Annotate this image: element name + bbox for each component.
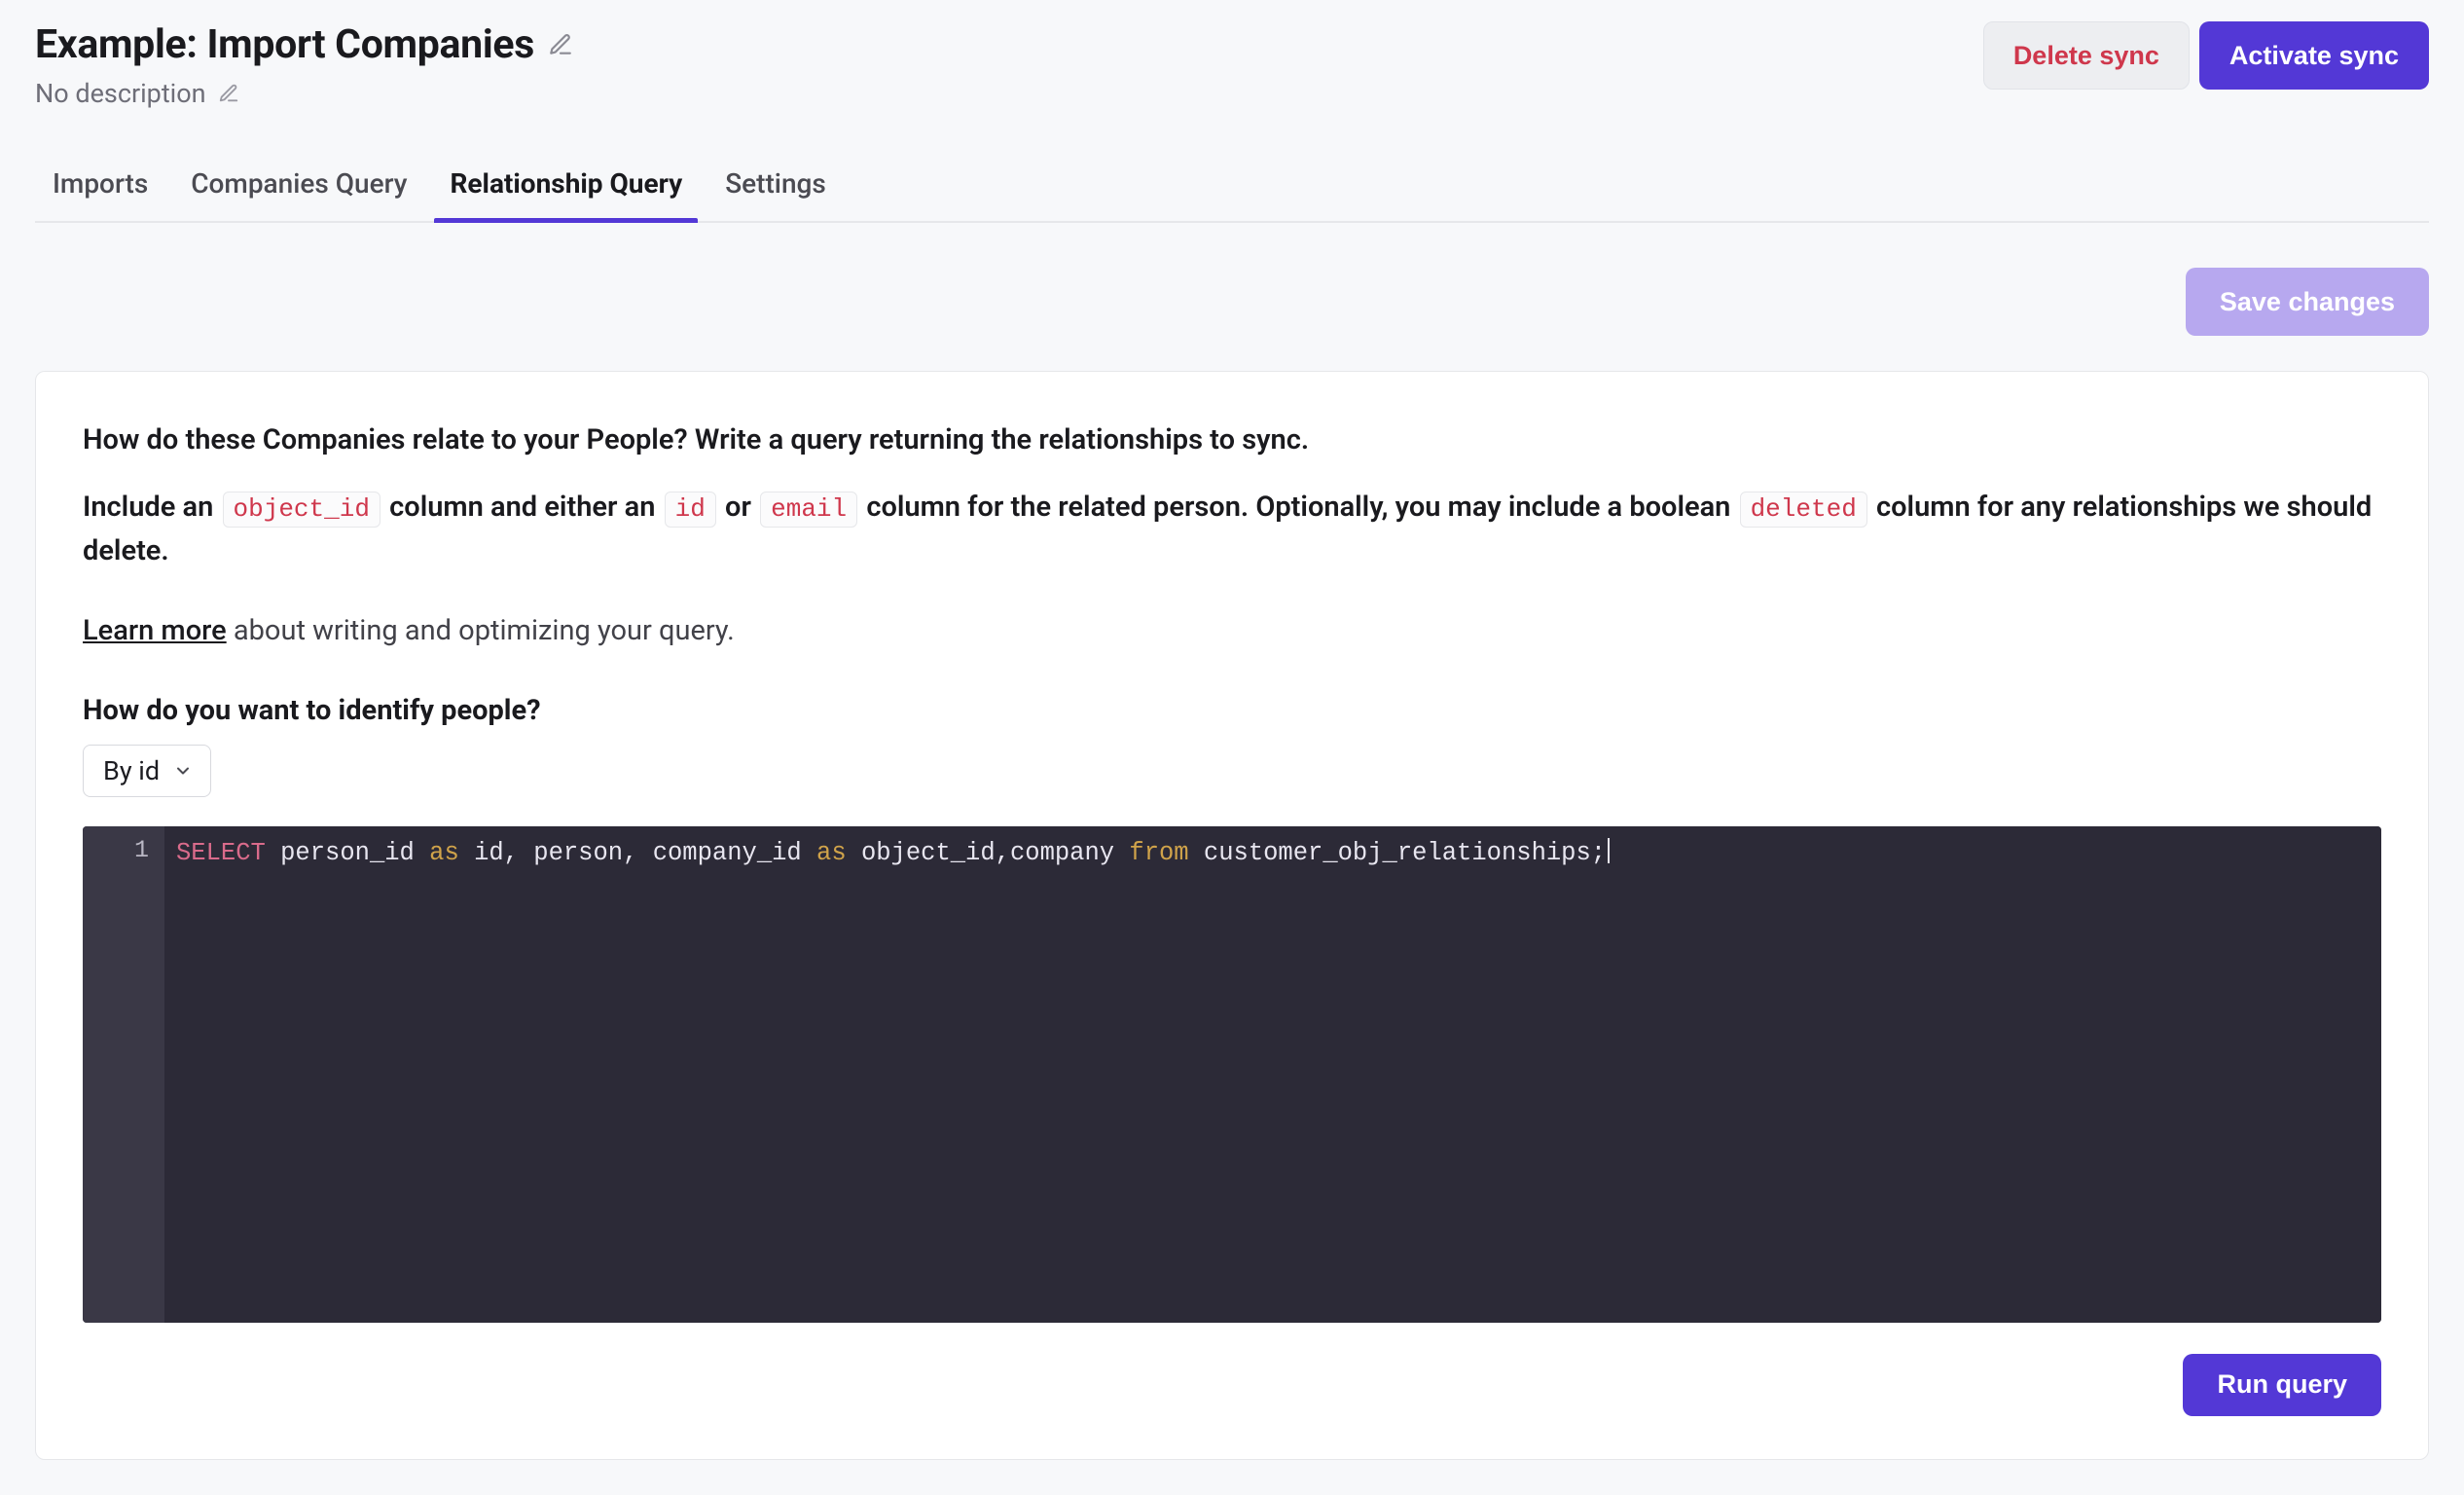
page-subtitle: No description — [35, 78, 206, 109]
tok-select: SELECT — [176, 839, 266, 867]
tab-imports[interactable]: Imports — [51, 154, 150, 221]
instruction-line-2: Include an object_id column and either a… — [83, 486, 2381, 573]
tab-companies-query[interactable]: Companies Query — [189, 154, 409, 221]
instruction-line-1: How do these Companies relate to your Pe… — [83, 419, 2381, 462]
tok-as: as — [429, 839, 459, 867]
learn-more-tail: about writing and optimizing your query. — [227, 614, 735, 647]
instr-text: column and either an — [382, 491, 663, 524]
tab-relationship-query[interactable]: Relationship Query — [448, 154, 684, 221]
code-deleted: deleted — [1740, 492, 1867, 528]
activate-sync-button[interactable]: Activate sync — [2199, 21, 2429, 90]
run-query-button[interactable]: Run query — [2183, 1354, 2381, 1416]
editor-gutter: 1 — [83, 826, 164, 1323]
save-changes-button[interactable]: Save changes — [2186, 268, 2429, 336]
tok: object_id,company — [847, 839, 1130, 867]
code-object-id: object_id — [223, 492, 380, 528]
line-number: 1 — [83, 836, 149, 864]
identify-question: How do you want to identify people? — [83, 694, 2381, 727]
query-card: How do these Companies relate to your Pe… — [35, 371, 2429, 1460]
page-title: Example: Import Companies — [35, 21, 534, 68]
tab-settings[interactable]: Settings — [723, 154, 828, 221]
code-id: id — [665, 492, 716, 528]
identify-select[interactable]: By id — [83, 745, 211, 797]
editor-code-area[interactable]: SELECT person_id as id, person, company_… — [164, 826, 2381, 1323]
tok: person_id — [266, 839, 429, 867]
edit-description-icon[interactable] — [218, 83, 239, 104]
sql-editor[interactable]: 1 SELECT person_id as id, person, compan… — [83, 826, 2381, 1323]
edit-title-icon[interactable] — [548, 32, 573, 57]
identify-select-value: By id — [103, 755, 160, 786]
tabs: Imports Companies Query Relationship Que… — [35, 154, 2429, 223]
learn-more-line: Learn more about writing and optimizing … — [83, 614, 2381, 647]
tok: customer_obj_relationships; — [1189, 839, 1606, 867]
tok-from: from — [1129, 839, 1188, 867]
learn-more-link[interactable]: Learn more — [83, 614, 227, 647]
editor-cursor — [1608, 838, 1610, 863]
tok: id, person, company_id — [459, 839, 816, 867]
instr-text: or — [718, 491, 758, 524]
delete-sync-button[interactable]: Delete sync — [1983, 21, 2190, 90]
page-header: Example: Import Companies No description… — [35, 19, 2429, 109]
instr-text: column for the related person. Optionall… — [859, 491, 1737, 524]
chevron-down-icon — [173, 761, 193, 781]
code-line-1: SELECT person_id as id, person, company_… — [174, 836, 2370, 872]
instructions: How do these Companies relate to your Pe… — [83, 419, 2381, 647]
tok-as: as — [816, 839, 847, 867]
code-email: email — [760, 492, 857, 528]
title-block: Example: Import Companies No description — [35, 21, 573, 109]
instr-text: Include an — [83, 491, 221, 524]
